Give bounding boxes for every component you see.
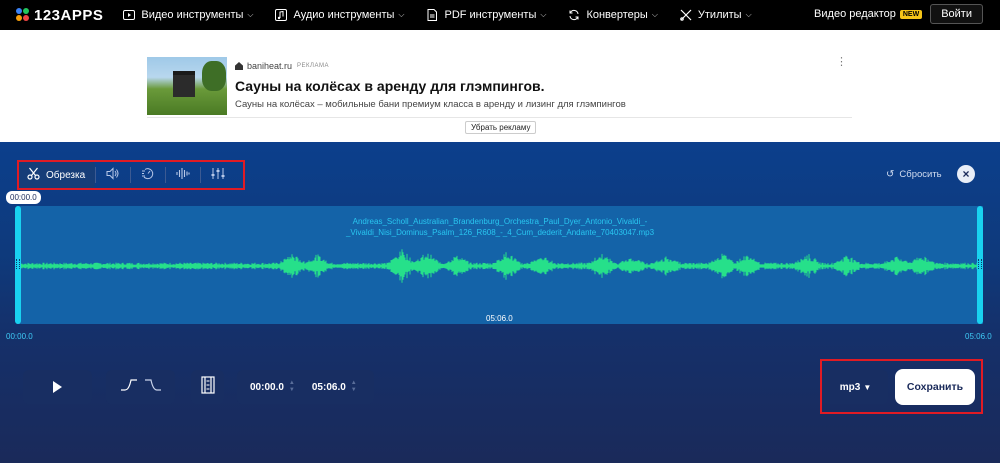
- reset-button[interactable]: ↺ Сбросить: [886, 169, 942, 180]
- fade-in-icon[interactable]: [120, 378, 138, 397]
- tools-icon: [680, 9, 692, 21]
- audio-filename-line1: Andreas_Scholl_Australian_Brandenburg_Or…: [352, 217, 648, 226]
- divider: [147, 117, 852, 118]
- nav-utilities[interactable]: Утилиты ⌵: [680, 9, 752, 21]
- timeline-end: 05:06.0: [965, 332, 992, 341]
- ad-image[interactable]: [147, 57, 227, 115]
- end-time-stepper[interactable]: ▲ ▼: [351, 380, 357, 394]
- nav-audio-tools[interactable]: Аудио инструменты ⌵: [275, 9, 404, 21]
- main-nav: Видео инструменты ⌵ Аудио инструменты ⌵ …: [123, 9, 773, 21]
- nav-utilities-label: Утилиты: [697, 9, 742, 21]
- video-icon: [123, 9, 136, 21]
- nav-audio-tools-label: Аудио инструменты: [293, 9, 395, 21]
- audio-filename-line2: _Vivaldi_Nisi_Dominus_Psalm_126_R608_-_4…: [345, 228, 655, 237]
- fade-out-icon[interactable]: [144, 378, 162, 397]
- fade-button[interactable]: [106, 370, 175, 404]
- play-button[interactable]: [23, 370, 92, 404]
- trim-end-handle[interactable]: [977, 206, 983, 324]
- timeline-start: 00:00.0: [6, 332, 33, 341]
- chevron-down-icon: ⌵: [398, 10, 405, 19]
- waveform-path: [20, 249, 979, 283]
- selection-duration: 05:06.0: [486, 314, 513, 323]
- music-icon: [275, 9, 288, 21]
- ad-description[interactable]: Сауны на колёсах – мобильные бани премиу…: [235, 99, 626, 110]
- nav-pdf-tools-label: PDF инструменты: [444, 9, 537, 21]
- nav-converters[interactable]: Конвертеры ⌵: [568, 9, 658, 21]
- audio-filename: Andreas_Scholl_Australian_Brandenburg_Or…: [300, 216, 700, 238]
- toolbar-highlight: [17, 160, 245, 190]
- nav-video-tools-label: Видео инструменты: [141, 9, 244, 21]
- home-icon: [235, 62, 243, 70]
- close-button[interactable]: ×: [957, 165, 975, 183]
- chevron-down-icon: ⌵: [247, 10, 254, 19]
- video-editor-link[interactable]: Видео редактор: [814, 8, 896, 20]
- start-time-stepper[interactable]: ▲ ▼: [289, 380, 295, 394]
- save-highlight: [820, 359, 983, 414]
- convert-icon: [568, 9, 580, 21]
- undo-icon: ↺: [886, 169, 895, 180]
- remove-ad-button[interactable]: Убрать рекламу: [465, 121, 537, 134]
- trim-mode-button[interactable]: [191, 370, 224, 404]
- logo[interactable]: 123APPS: [16, 7, 103, 24]
- new-badge: NEW: [899, 9, 923, 19]
- start-time-input[interactable]: 00:00.0: [250, 382, 284, 393]
- ad-source-domain: baniheat.ru: [247, 61, 293, 71]
- logo-text: 123APPS: [34, 6, 104, 24]
- close-icon: ×: [962, 167, 970, 181]
- ad-label: РЕКЛАМА: [297, 63, 329, 69]
- trim-bars-icon: [200, 375, 215, 399]
- login-button[interactable]: Войти: [930, 4, 983, 24]
- audio-editor: Обрезка ↺ Сбросить × Andreas_Scholl_Aust…: [0, 142, 1000, 463]
- chevron-down-icon: ⌵: [651, 10, 658, 19]
- ad-source[interactable]: baniheat.ru РЕКЛАМА: [235, 61, 329, 71]
- logo-mark-icon: [16, 8, 30, 22]
- playhead-time: 00:00.0: [6, 191, 41, 204]
- trim-start-handle[interactable]: [15, 206, 21, 324]
- nav-converters-label: Конвертеры: [586, 9, 648, 21]
- ad-title[interactable]: Сауны на колёсах в аренду для глэмпингов…: [235, 78, 545, 94]
- ad-banner: baniheat.ru РЕКЛАМА Сауны на колёсах в а…: [0, 30, 1000, 142]
- top-navigation: 123APPS Видео инструменты ⌵ Аудио инстру…: [0, 0, 1000, 30]
- time-range: 00:00.0 ▲ ▼ 05:06.0 ▲ ▼: [237, 370, 374, 404]
- nav-video-tools[interactable]: Видео инструменты ⌵: [123, 9, 253, 21]
- play-icon: [53, 381, 62, 393]
- reset-label: Сбросить: [899, 169, 942, 180]
- end-time-input[interactable]: 05:06.0: [312, 382, 346, 393]
- chevron-down-icon: ⌵: [745, 10, 752, 19]
- nav-pdf-tools[interactable]: PDF инструменты ⌵: [426, 9, 546, 21]
- chevron-down-icon: ⌵: [540, 10, 547, 19]
- right-nav: Видео редактор NEW Войти: [814, 4, 983, 24]
- more-options-icon[interactable]: ⋮: [836, 57, 847, 68]
- pdf-icon: [426, 9, 438, 21]
